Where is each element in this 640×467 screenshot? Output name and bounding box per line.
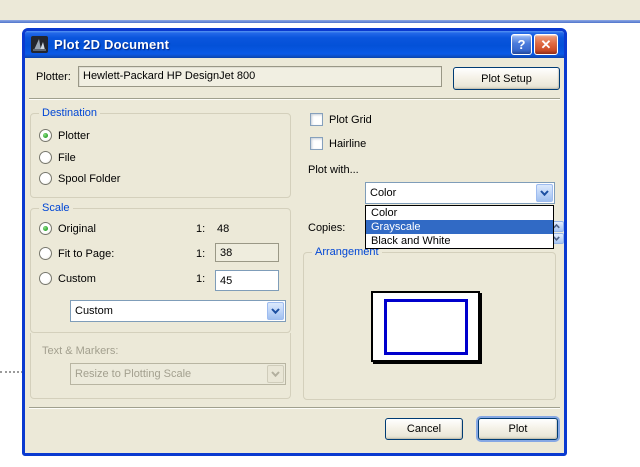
text-markers-group: Text & Markers: Resize to Plotting Scale (30, 333, 291, 399)
help-button[interactable]: ? (511, 34, 532, 55)
scale-group: Scale Original 1: 48 Fit to Page: 1: Cus… (30, 202, 291, 333)
scale-preset-dropdown[interactable]: Custom (70, 300, 286, 322)
hairline-label: Hairline (329, 137, 367, 150)
scale-group-title: Scale (39, 202, 73, 214)
text-markers-value: Resize to Plotting Scale (75, 368, 192, 380)
close-button[interactable]: ✕ (534, 34, 558, 55)
background-window-edge (0, 20, 640, 23)
radio-label: File (58, 151, 76, 164)
custom-scale-value-input[interactable] (215, 270, 279, 291)
plot-grid-checkbox-row[interactable]: Plot Grid (310, 113, 372, 126)
copies-label: Copies: (308, 222, 346, 234)
plot-with-value: Color (370, 187, 397, 199)
radio-scale-custom[interactable]: Custom (39, 272, 96, 285)
chevron-down-icon[interactable] (267, 302, 284, 320)
plot-with-open-list: Color Grayscale Black and White (365, 205, 554, 249)
fit-to-page-value-input (215, 243, 279, 262)
plot-with-label: Plot with... (308, 164, 359, 176)
plotter-value-field: Hewlett-Packard HP DesignJet 800 (78, 66, 442, 87)
radio-destination-plotter[interactable]: Plotter (39, 129, 90, 142)
radio-icon (39, 151, 52, 164)
radio-scale-fit-to-page[interactable]: Fit to Page: (39, 247, 114, 260)
radio-label: Fit to Page: (58, 247, 115, 260)
plot-setup-button[interactable]: Plot Setup (453, 67, 560, 90)
arrangement-plot-area-preview (384, 299, 468, 355)
radio-icon (39, 247, 52, 260)
dialog-titlebar[interactable]: Plot 2D Document ? ✕ (25, 31, 564, 58)
destination-group-title: Destination (39, 107, 101, 119)
original-ratio-value: 48 (217, 223, 230, 235)
radio-icon (39, 129, 52, 142)
radio-label: Spool Folder (58, 172, 121, 185)
radio-label: Original (58, 222, 96, 235)
background-window-strip (0, 0, 640, 20)
checkbox-icon[interactable] (310, 137, 323, 150)
plot-2d-document-dialog: Plot 2D Document ? ✕ Plotter: Hewlett-Pa… (22, 28, 567, 456)
plot-button[interactable]: Plot (478, 418, 558, 440)
chevron-down-icon (267, 365, 284, 383)
screen: Plot 2D Document ? ✕ Plotter: Hewlett-Pa… (0, 0, 640, 467)
plot-with-dropdown[interactable]: Color (365, 182, 555, 204)
plotter-divider (29, 98, 560, 100)
fit-ratio-label: 1: (196, 248, 206, 260)
radio-destination-spool-folder[interactable]: Spool Folder (39, 172, 120, 185)
footer-divider (29, 407, 560, 409)
radio-icon (39, 272, 52, 285)
original-ratio-label: 1: (196, 223, 206, 235)
plot-grid-label: Plot Grid (329, 113, 372, 126)
dialog-title: Plot 2D Document (54, 37, 170, 52)
custom-ratio-label: 1: (196, 273, 206, 285)
scale-preset-value: Custom (75, 305, 113, 317)
checkbox-icon[interactable] (310, 113, 323, 126)
plotter-label: Plotter: (36, 71, 71, 83)
radio-label: Plotter (58, 129, 90, 142)
canvas-dotted-line (0, 371, 23, 373)
radio-label: Custom (58, 272, 96, 285)
cancel-button[interactable]: Cancel (385, 418, 463, 440)
radio-icon (39, 222, 52, 235)
radio-icon (39, 172, 52, 185)
text-markers-dropdown: Resize to Plotting Scale (70, 363, 286, 385)
list-option-grayscale[interactable]: Grayscale (366, 220, 553, 234)
list-option-color[interactable]: Color (366, 206, 553, 220)
app-icon (31, 36, 48, 53)
chevron-down-icon[interactable] (536, 184, 553, 202)
destination-group: Destination Plotter File Spool Folder (30, 107, 291, 198)
arrangement-page-preview (371, 291, 480, 362)
radio-destination-file[interactable]: File (39, 151, 76, 164)
radio-scale-original[interactable]: Original (39, 222, 96, 235)
arrangement-group: Arrangement (303, 246, 556, 400)
text-markers-label: Text & Markers: (42, 345, 119, 357)
hairline-checkbox-row[interactable]: Hairline (310, 137, 366, 150)
list-option-black-and-white[interactable]: Black and White (366, 234, 553, 248)
